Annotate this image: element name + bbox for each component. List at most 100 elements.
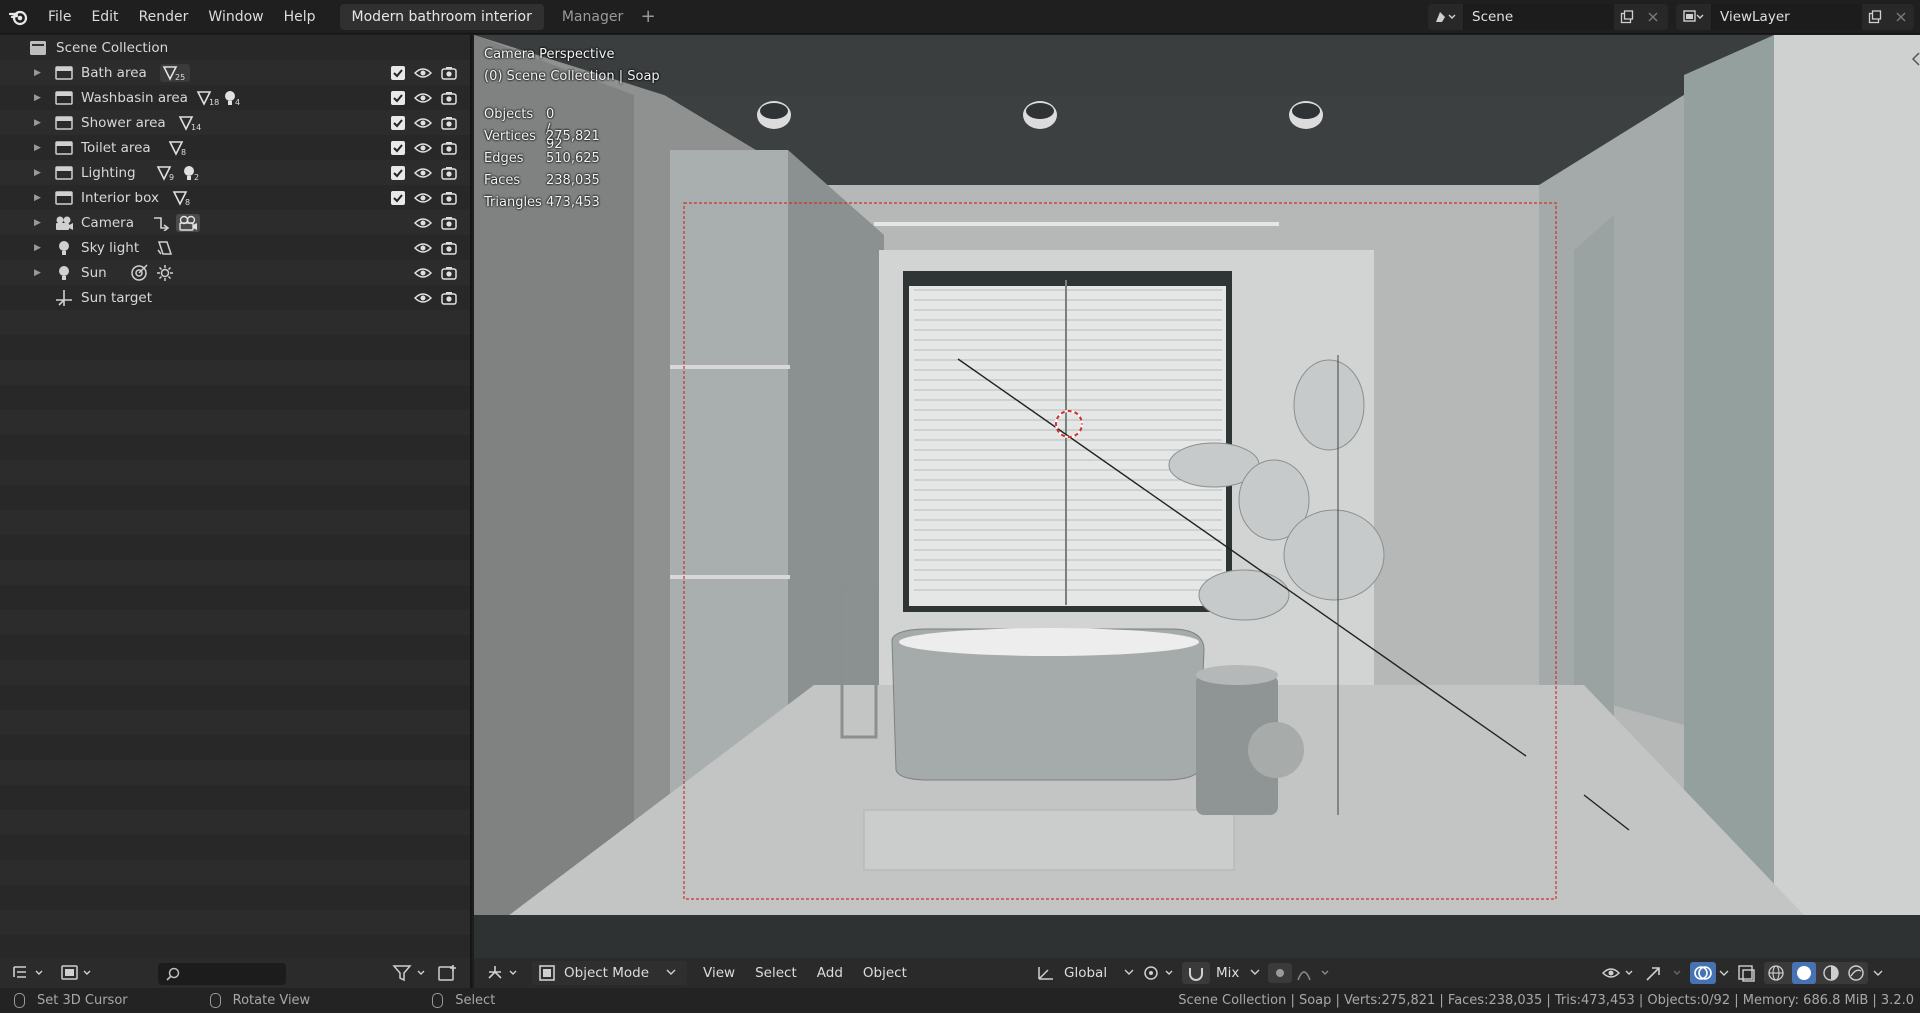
outliner-item-sun-target[interactable]: Sun target [0, 285, 470, 310]
display-mode-dropdown[interactable] [60, 963, 96, 987]
outliner-item-bath-area[interactable]: ▶ Bath area 25 [0, 60, 470, 85]
mesh-count-icon[interactable]: 18 [196, 90, 222, 107]
object-menu[interactable]: Object [857, 958, 913, 988]
exclude-checkbox[interactable] [391, 65, 405, 80]
outliner-item-toilet-area[interactable]: ▶ Toilet area 8 [0, 135, 470, 160]
exclude-checkbox[interactable] [391, 90, 405, 105]
light-count-icon[interactable]: 2 [181, 165, 202, 182]
expand-arrow-icon[interactable]: ▶ [34, 218, 44, 228]
view-layer-browse-button[interactable] [1676, 4, 1712, 30]
render-camera-icon[interactable] [439, 290, 459, 306]
exclude-checkbox[interactable] [391, 140, 405, 155]
mesh-count-icon[interactable]: 9 [156, 165, 177, 182]
outliner-item-sky-light[interactable]: ▶ Sky light [0, 235, 470, 260]
track-constraint-icon[interactable] [130, 263, 148, 282]
mesh-count-icon[interactable]: 25 [160, 63, 191, 82]
outliner-item-interior-box[interactable]: ▶ Interior box 8 [0, 185, 470, 210]
select-menu[interactable]: Select [749, 958, 803, 988]
sun-light-data-icon[interactable] [156, 264, 174, 282]
rendered-shading-icon[interactable] [1847, 964, 1865, 982]
render-camera-icon[interactable] [439, 65, 459, 81]
visibility-eye-icon[interactable] [413, 140, 433, 156]
render-camera-icon[interactable] [439, 90, 459, 106]
menu-window[interactable]: Window [198, 0, 273, 34]
add-menu[interactable]: Add [811, 958, 849, 988]
visibility-eye-icon[interactable] [413, 65, 433, 81]
outliner-search-input[interactable] [158, 963, 286, 985]
mesh-count-icon[interactable]: 14 [178, 115, 204, 132]
outliner-scene-collection[interactable]: Scene Collection [0, 35, 470, 60]
expand-arrow-icon[interactable]: ▶ [34, 118, 44, 128]
proportional-editing-icon[interactable] [1268, 963, 1292, 983]
delete-view-layer-icon[interactable] [1888, 4, 1914, 30]
visibility-eye-icon[interactable] [413, 215, 433, 231]
scene-browse-button[interactable] [1428, 4, 1464, 30]
render-camera-icon[interactable] [439, 265, 459, 281]
render-camera-icon[interactable] [439, 240, 459, 256]
render-camera-icon[interactable] [439, 115, 459, 131]
exclude-checkbox[interactable] [391, 190, 405, 205]
add-workspace-button[interactable]: + [635, 4, 661, 30]
new-view-layer-button[interactable] [1862, 4, 1888, 30]
expand-arrow-icon[interactable]: ▶ [34, 193, 44, 203]
camera-data-icon[interactable] [176, 213, 200, 232]
viewport-editor-type-dropdown[interactable] [486, 964, 522, 982]
view-layer-name-field[interactable]: ViewLayer [1712, 4, 1862, 30]
outliner-item-washbasin-area[interactable]: ▶ Washbasin area 18 4 [0, 85, 470, 110]
gizmo-toggle-icon[interactable] [1644, 963, 1688, 987]
menu-render[interactable]: Render [129, 0, 199, 34]
editor-type-dropdown[interactable] [12, 964, 48, 986]
3d-viewport[interactable]: Camera Perspective (0) Scene Collection … [474, 35, 1920, 988]
exclude-checkbox[interactable] [391, 115, 405, 130]
material-preview-shading-icon[interactable] [1822, 964, 1840, 982]
visibility-eye-icon[interactable] [413, 265, 433, 281]
visibility-eye-icon[interactable] [413, 240, 433, 256]
proportional-falloff-dropdown[interactable] [1296, 964, 1336, 986]
mesh-count-icon[interactable]: 8 [168, 140, 189, 157]
expand-arrow-icon[interactable]: ▶ [34, 268, 44, 278]
exclude-checkbox[interactable] [391, 165, 405, 180]
shading-options-dropdown[interactable] [1872, 964, 1886, 986]
mesh-count-icon[interactable]: 8 [172, 190, 193, 207]
snap-mode-dropdown[interactable]: Mix [1216, 958, 1265, 988]
delete-scene-icon[interactable] [1640, 4, 1666, 30]
render-camera-icon[interactable] [439, 140, 459, 156]
area-light-data-icon[interactable] [156, 240, 174, 256]
visibility-eye-icon[interactable] [413, 290, 433, 306]
visibility-eye-icon[interactable] [413, 190, 433, 206]
render-camera-icon[interactable] [439, 215, 459, 231]
outliner-item-sun[interactable]: ▶ Sun [0, 260, 470, 285]
object-mode-dropdown[interactable]: Object Mode [532, 961, 688, 985]
overlays-toggle-icon[interactable] [1690, 962, 1716, 984]
view-menu[interactable]: View [697, 958, 741, 988]
outliner-item-camera[interactable]: ▶ Camera [0, 210, 470, 235]
expand-arrow-icon[interactable]: ▶ [34, 143, 44, 153]
outliner-item-shower-area[interactable]: ▶ Shower area 14 [0, 110, 470, 135]
light-count-icon[interactable]: 4 [222, 90, 243, 107]
new-scene-button[interactable] [1614, 4, 1640, 30]
transform-orientation-dropdown[interactable]: Global [1036, 958, 1139, 988]
wireframe-shading-icon[interactable] [1767, 964, 1785, 982]
expand-arrow-icon[interactable]: ▶ [34, 168, 44, 178]
filter-dropdown[interactable] [392, 964, 428, 986]
expand-arrow-icon[interactable]: ▶ [34, 68, 44, 78]
visibility-eye-icon[interactable] [413, 115, 433, 131]
workspace-tab-modern-bathroom[interactable]: Modern bathroom interior [339, 3, 544, 30]
pivot-point-dropdown[interactable] [1142, 964, 1178, 986]
workspace-tab-manager[interactable]: Manager [550, 4, 635, 30]
outliner-item-lighting[interactable]: ▶ Lighting 9 2 [0, 160, 470, 185]
xray-toggle-icon[interactable] [1736, 963, 1758, 987]
menu-edit[interactable]: Edit [81, 0, 128, 34]
constraint-icon[interactable] [152, 215, 170, 231]
render-camera-icon[interactable] [439, 165, 459, 181]
viewport-visibility-dropdown[interactable] [1601, 964, 1638, 986]
solid-shading-icon[interactable] [1791, 962, 1816, 984]
sidebar-toggle-icon[interactable] [1910, 49, 1920, 69]
overlays-dropdown[interactable] [1718, 964, 1732, 986]
scene-name-field[interactable]: Scene [1464, 4, 1614, 30]
render-camera-icon[interactable] [439, 190, 459, 206]
expand-arrow-icon[interactable]: ▶ [34, 93, 44, 103]
new-collection-button[interactable] [438, 963, 458, 987]
menu-file[interactable]: File [38, 0, 81, 34]
expand-arrow-icon[interactable]: ▶ [34, 243, 44, 253]
